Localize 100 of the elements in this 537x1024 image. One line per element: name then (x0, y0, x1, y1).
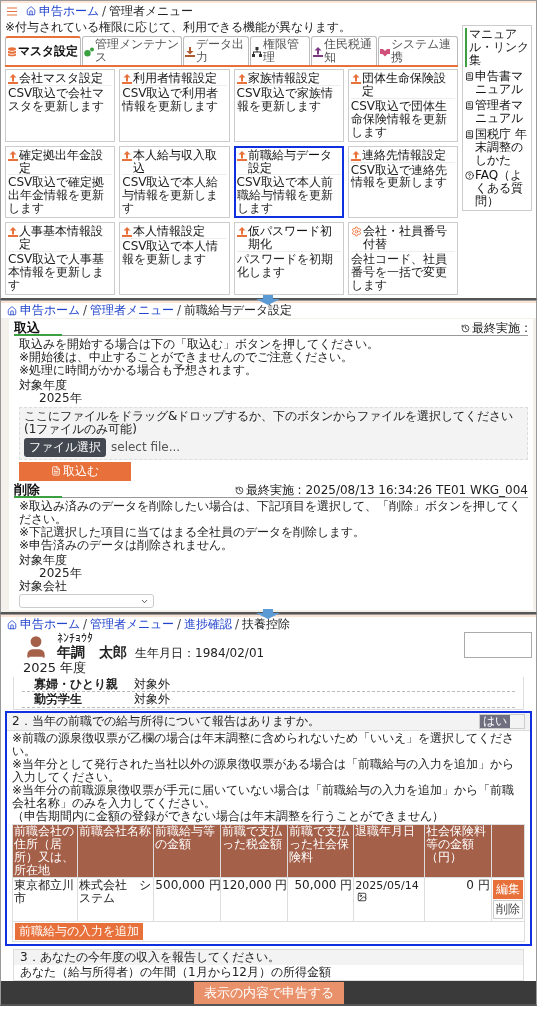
last-run-label: 最終実施 : (461, 322, 528, 336)
tab[interactable]: データ出力 (182, 35, 250, 65)
menu-card[interactable]: 会社・社員番号付替 会社コード、社員番号を一括で変更します (347, 222, 458, 296)
breadcrumb-link[interactable]: 申告ホーム (20, 618, 80, 632)
column-header: 前職で支払った社会保険料 (287, 824, 354, 878)
tab[interactable]: マスタ設定 (5, 35, 82, 65)
company-select[interactable] (19, 594, 154, 609)
book-icon (465, 129, 474, 139)
note-text: ※当年分として発行された当社以外の源泉徴収票がある場合は「前職給与の入力を追加」から入力してください。 (12, 758, 516, 785)
card-description: CSV取込で家族情報を更新します (236, 86, 334, 113)
card-description: CSV取込で確定拠出年金情報を更新します (8, 176, 106, 216)
card-title: 人事基本情報設定 (19, 225, 104, 252)
breadcrumb-link[interactable]: 進捗確認 (184, 618, 233, 632)
upload-icon (8, 73, 18, 84)
menu-card[interactable]: 人事基本情報設定 CSV取込で人事基本情報を更新します (5, 222, 116, 296)
upload-icon (350, 73, 361, 84)
table-cell: 株式会社 システム (78, 877, 151, 905)
card-description: CSV取込で本人給与情報を更新します (122, 176, 220, 216)
instruction-text: ※取込み済みのデータを削除したい場合は、下記項目を選択して、「削除」ボタンを押してください。 (19, 499, 523, 526)
instruction-text: ※開始後は、中止することができませんのでご注意ください。 (19, 351, 355, 364)
file-icon (51, 466, 61, 477)
attribute-label: 勤労学生 (34, 693, 83, 707)
menu-card[interactable]: 前職給与データ設定 CSV取込で本人前職給与情報を更新します (233, 145, 344, 219)
file-select-button[interactable]: ファイル選択 (24, 437, 106, 457)
card-title: 会社マスタ設定 (19, 71, 103, 85)
breadcrumb-current: 管理者メニュー (109, 5, 194, 18)
menu-card[interactable]: 団体生命保険設定 CSV取込で団体生命保険情報を更新します (347, 68, 458, 142)
home-icon (7, 305, 17, 316)
card-title: 団体生命保険設定 (361, 71, 447, 98)
image-icon[interactable] (357, 891, 368, 902)
table-cell: 2025/05/14 (355, 878, 419, 892)
upload-icon (236, 227, 247, 238)
breadcrumb-separator: / (235, 618, 240, 632)
card-description: CSV取込で連絡先情報を更新します (350, 163, 448, 190)
tab[interactable]: 住民税通知 (311, 35, 378, 65)
upload-icon (8, 227, 18, 238)
menu-card[interactable]: 家族情報設定 CSV取込で家族情報を更新します (233, 68, 344, 142)
breadcrumb-current: 扶養控除 (242, 618, 291, 632)
column-header: 前職で支払った税金額 (220, 824, 288, 878)
tab[interactable]: システム連携 (378, 35, 458, 65)
card-description: パスワードを初期化します (236, 253, 334, 280)
table-cell: 0 円 (466, 877, 490, 892)
menu-card[interactable]: 連絡先情報設定 CSV取込で連絡先情報を更新します (347, 145, 458, 219)
field-value: 2025年 (39, 566, 83, 580)
book-icon (465, 100, 474, 110)
card-title: 利用者情報設定 (133, 71, 218, 85)
breadcrumb-link[interactable]: 申告ホーム (39, 5, 99, 18)
manual-link[interactable]: FAQ（よくある質問） (465, 169, 529, 209)
menu-card[interactable]: 仮パスワード初期化 パスワードを初期化します (233, 222, 344, 296)
menu-icon[interactable] (7, 6, 17, 16)
table-cell: 東京都立川市 (14, 877, 74, 905)
instruction-text: ※処理に時間がかかる場合も予想されます。 (19, 364, 259, 377)
tab[interactable]: 権限管理 (250, 35, 310, 65)
toggle-label: はい (480, 715, 510, 729)
card-description: CSV取込で本人情報を更新します (122, 240, 220, 267)
card-title: 仮パスワード初期化 (247, 225, 333, 252)
breadcrumb-link[interactable]: 申告ホーム (20, 304, 80, 318)
menu-card[interactable]: 利用者情報設定 CSV取込で利用者情報を更新します (119, 68, 230, 142)
attribute-value: 対象外 (134, 677, 170, 691)
yes-no-toggle[interactable]: はい (479, 714, 525, 730)
breadcrumb-separator: / (177, 304, 182, 318)
section-title: 削除 (14, 482, 40, 497)
manual-link[interactable]: 管理者マニュアル (465, 98, 529, 125)
column-header: 前職会社の住所（居所）又は、所在地 (12, 824, 78, 878)
upload-icon (122, 150, 133, 161)
note-text: ※前職の源泉徴収票が乙欄の場合は年末調整に含められないため「いいえ」を選択してください。 (12, 732, 516, 759)
upload-icon (236, 73, 247, 84)
manual-link[interactable]: 申告書マニュアル (465, 69, 529, 96)
menu-card[interactable]: 本人給与収入取込 CSV取込で本人給与情報を更新します (119, 145, 230, 219)
file-drop-zone[interactable]: ここにファイルをドラッグ&ドロップするか、下のボタンからファイルを選択してください(1ファイルのみ可能) ファイル選択 select file... (19, 406, 528, 460)
breadcrumb-link[interactable]: 管理者メニュー (90, 304, 175, 318)
card-description: CSV取込で団体生命保険情報を更新します (350, 99, 448, 139)
drop-instruction: ここにファイルをドラッグ&ドロップするか、下のボタンからファイルを選択してください(1ファイルのみ可能) (24, 409, 515, 436)
card-title: 連絡先情報設定 (361, 148, 446, 162)
card-description: CSV取込で会社マスタを更新します (8, 86, 106, 113)
delete-button[interactable]: 削除 (492, 899, 523, 919)
manual-link[interactable]: 国税庁 年末調整のしかた (465, 127, 529, 167)
last-run-label: 最終実施 : 2025/08/13 16:34:26 TE01 WKG_004 (234, 483, 528, 497)
upload-icon (122, 227, 133, 238)
card-title: 確定拠出年金設定 (19, 148, 104, 175)
upload-icon (122, 73, 133, 84)
menu-card[interactable]: 本人情報設定 CSV取込で本人情報を更新します (119, 222, 230, 296)
section-title: 取込 (14, 321, 40, 336)
employee-name: 年調 太郎 (57, 645, 127, 661)
card-description: CSV取込で人事基本情報を更新します (8, 253, 106, 293)
menu-card[interactable]: 確定拠出年金設定 CSV取込で確定拠出年金情報を更新します (5, 145, 116, 219)
permission-note: ※付与されている権限に応じて、利用できる機能が異なります。 (5, 20, 353, 34)
upload-icon (8, 150, 18, 161)
gear-icon (350, 226, 362, 238)
book-icon (465, 71, 474, 81)
attribute-label: 寡婦・ひとり親 (34, 677, 119, 691)
note-text: ※当年分の前職源泉徴収票が手元に届いていない場合は「前職給与の入力を追加」から「前職会社名称」のみを入力してください。 (12, 784, 516, 811)
breadcrumb-link[interactable]: 管理者メニュー (90, 618, 175, 632)
breadcrumb-separator: / (83, 304, 88, 318)
help-icon (465, 171, 474, 181)
column-header: 前職会社名称 (77, 824, 154, 878)
menu-card[interactable]: 会社マスタ設定 CSV取込で会社マスタを更新します (5, 68, 116, 142)
history-icon (234, 485, 244, 495)
tab[interactable]: 管理メンテナンス (82, 35, 182, 65)
note-text: （申告期間内に金額の登録ができない場合は年末調整を行うことができません） (12, 810, 445, 824)
